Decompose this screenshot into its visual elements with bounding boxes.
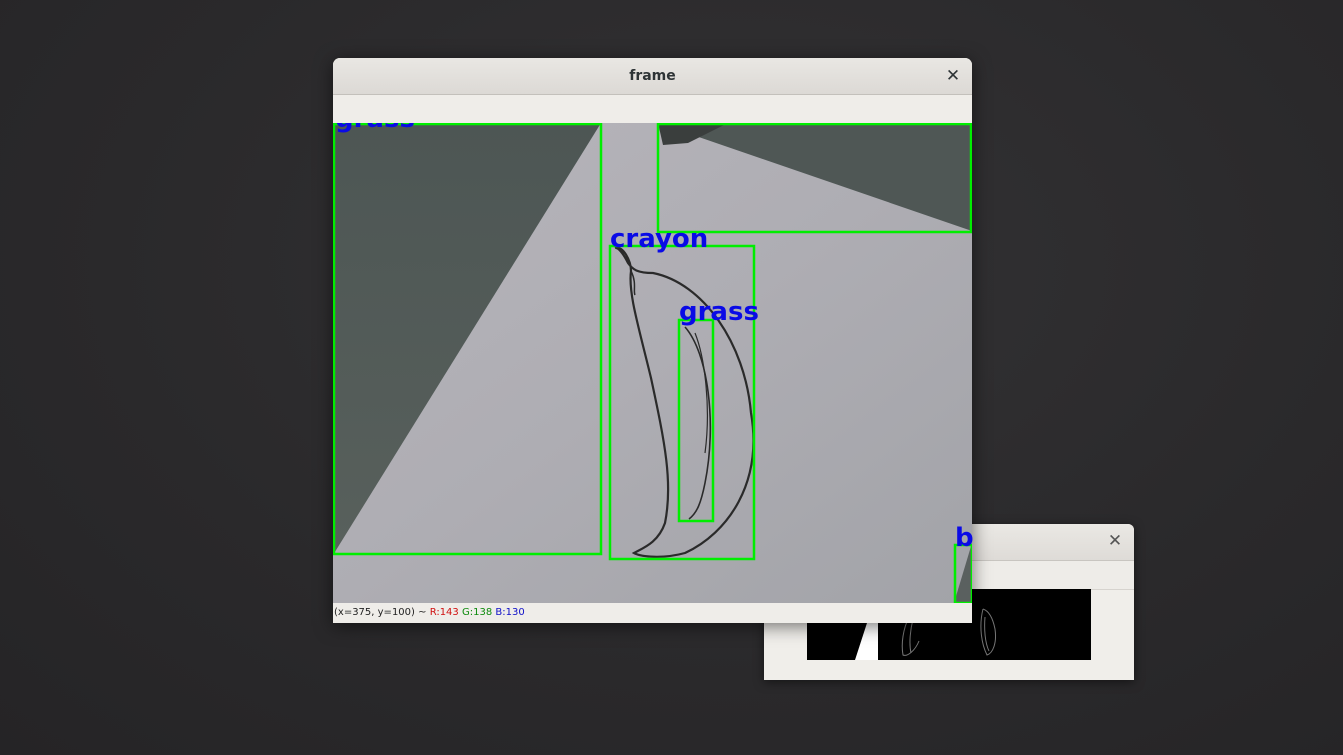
detection-label-grass-left: grass — [335, 123, 415, 134]
pixel-blue-value: B:130 — [495, 607, 525, 618]
detection-label-grass-center: grass — [679, 297, 759, 327]
close-icon[interactable]: ✕ — [944, 67, 962, 85]
close-icon[interactable]: ✕ — [1106, 532, 1124, 550]
pixel-red-value: R:143 — [429, 607, 459, 618]
window-title: frame — [629, 68, 676, 84]
pixel-green-value: G:138 — [461, 607, 493, 618]
camera-frame-canvas[interactable]: grass crayon grass — [333, 123, 972, 603]
detection-label-b: b — [955, 523, 974, 553]
cursor-coordinates: (x=375, y=100) ~ — [334, 607, 427, 618]
frame-toolbar — [333, 95, 972, 124]
frame-window: frame ✕ crayon grass (x=375, y=100) ~ R:… — [333, 58, 972, 623]
overflow-label-layer: b — [955, 523, 974, 553]
frame-titlebar[interactable]: frame ✕ — [333, 58, 972, 95]
status-bar: (x=375, y=100) ~ R:143 G:138 B:130 — [333, 603, 972, 623]
detection-label-crayon: crayon — [610, 224, 708, 254]
camera-frame-svg: grass crayon grass — [333, 123, 972, 603]
